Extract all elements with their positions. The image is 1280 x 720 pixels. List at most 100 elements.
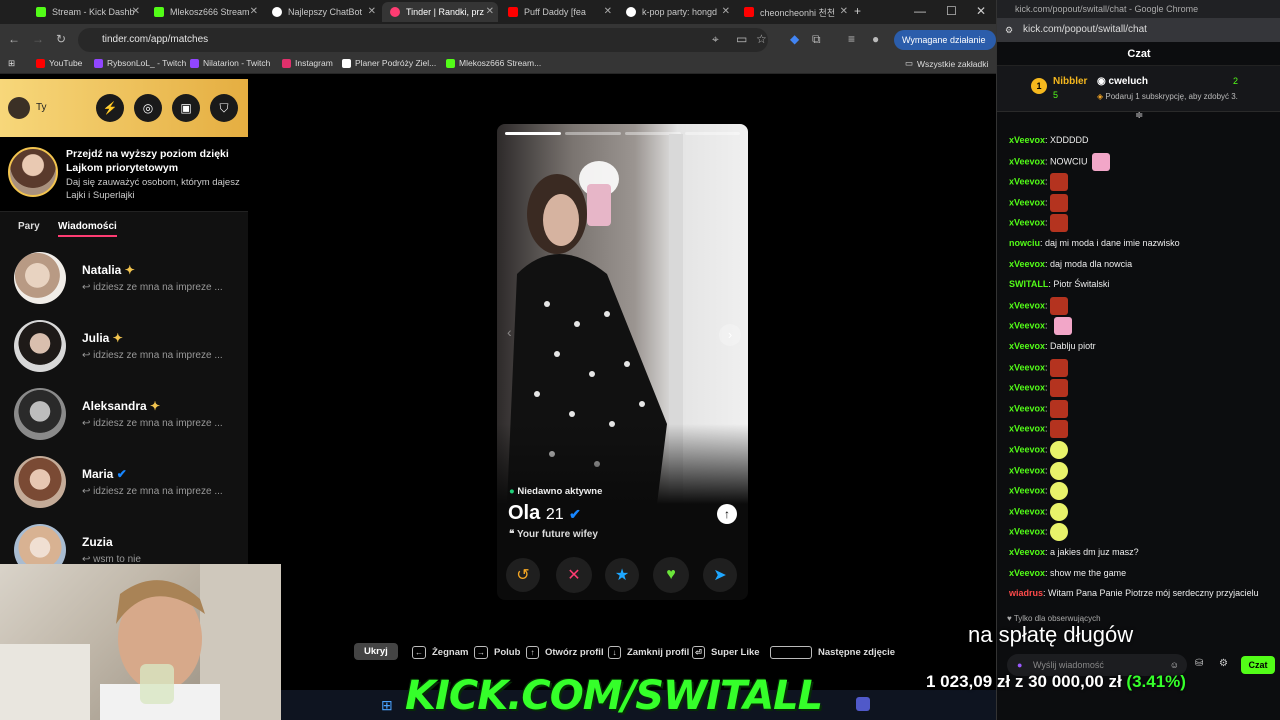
profile-avatar-icon[interactable]: ● <box>872 32 879 46</box>
site-info-icon[interactable]: ⚙ <box>1005 18 1013 42</box>
chat-username[interactable]: xVeevox <box>1009 424 1045 434</box>
super-like-button[interactable]: ★ <box>605 558 639 592</box>
settings-gear-icon[interactable]: ⚙ <box>1219 658 1228 669</box>
close-tab-icon[interactable]: ✕ <box>132 6 140 17</box>
close-tab-icon[interactable]: ✕ <box>368 6 376 17</box>
close-tab-icon[interactable]: ✕ <box>604 6 612 17</box>
chat-username[interactable]: xVeevox <box>1009 197 1045 207</box>
browser-tab[interactable]: Puff Daddy [fea ✕ <box>500 2 616 22</box>
match-item[interactable]: Aleksandra ✦ ↩ idziesz ze mna na impreze… <box>0 388 248 456</box>
chat-username[interactable]: xVeevox <box>1009 341 1045 351</box>
location-icon[interactable]: ⌖ <box>712 32 719 47</box>
bookmark-mlekosz[interactable]: Mlekosz666 Stream... <box>446 58 541 68</box>
boost-icon[interactable]: ⚡ <box>96 94 124 122</box>
top-gifter-name: Nibbler <box>1053 76 1088 87</box>
match-item[interactable]: Julia ✦ ↩ idziesz ze mna na impreze ... <box>0 320 248 388</box>
chat-username[interactable]: xVeevox <box>1009 259 1045 269</box>
chat-username[interactable]: wiadrus <box>1009 588 1043 598</box>
apps-grid-icon[interactable]: ⊞ <box>8 58 15 69</box>
priority-likes-promo[interactable]: Przejdź na wyższy poziom dzięki Lajkom p… <box>0 137 248 211</box>
chat-username[interactable]: xVeevox <box>1009 177 1045 187</box>
user-avatar[interactable] <box>8 97 30 119</box>
user-label[interactable]: Ty <box>36 102 47 113</box>
bookmark-rybson[interactable]: RybsonLoL_ - Twitch <box>94 58 186 68</box>
browser-tab[interactable]: Stream - Kick Dashb ✕ <box>28 2 144 22</box>
chat-username[interactable]: xVeevox <box>1009 568 1045 578</box>
new-tab-icon[interactable]: + <box>854 4 861 18</box>
chat-username[interactable]: xVeevox <box>1009 506 1045 516</box>
match-item[interactable]: Natalia ✦ ↩ idziesz ze mna na impreze ..… <box>0 252 248 320</box>
chat-url-bar[interactable]: ⚙ kick.com/popout/switall/chat <box>997 18 1280 42</box>
forward-icon[interactable]: → <box>32 32 44 46</box>
teams-icon[interactable] <box>856 697 870 711</box>
chat-username[interactable]: xVeevox <box>1009 444 1045 454</box>
hide-hints-button[interactable]: Ukryj <box>354 643 398 660</box>
boost-send-button[interactable]: ➤ <box>703 558 737 592</box>
tab-matches[interactable]: Pary <box>18 221 40 232</box>
briefcase-icon[interactable]: ▣ <box>172 94 200 122</box>
close-tab-icon[interactable]: ✕ <box>722 6 730 17</box>
bookmark-youtube[interactable]: YouTube <box>36 58 82 68</box>
like-button[interactable]: ♥ <box>653 557 689 593</box>
chat-username[interactable]: xVeevox <box>1009 156 1045 166</box>
bookmark-star-icon[interactable]: ☆ <box>756 32 767 46</box>
chat-message: xVeevox: <box>1009 461 1069 480</box>
chat-username[interactable]: xVeevox <box>1009 300 1045 310</box>
rewards-icon[interactable]: ⛁ <box>1195 658 1203 669</box>
browser-tab[interactable]: k-pop party: hongd ✕ <box>618 2 734 22</box>
next-photo-icon[interactable]: › <box>719 324 741 346</box>
chat-message: xVeevox: daj moda dla nowcia <box>1009 258 1133 269</box>
chat-username[interactable]: xVeevox <box>1009 218 1045 228</box>
bookmark-instagram[interactable]: Instagram <box>282 58 333 68</box>
chat-username[interactable]: xVeevox <box>1009 362 1045 372</box>
sub-gift-leaderboard[interactable]: 1 Nibbler 5 ◉ cweluch 2 ◈ Podaruj 1 subs… <box>997 66 1280 112</box>
nope-button[interactable]: ✕ <box>556 557 592 593</box>
browser-tab[interactable]: Najlepszy ChatBot ✕ <box>264 2 380 22</box>
all-bookmarks[interactable]: ▭ Wszystkie zakładki <box>905 58 988 69</box>
action-required-button[interactable]: Wymagane działanie ⋮ <box>894 30 996 65</box>
chat-username[interactable]: xVeevox <box>1009 383 1045 393</box>
reload-icon[interactable]: ↻ <box>56 32 66 46</box>
cast-icon[interactable]: ▭ <box>736 32 747 46</box>
prev-photo-icon[interactable]: ‹ <box>507 324 512 340</box>
back-icon[interactable]: ← <box>8 32 20 46</box>
gift-sub-promo[interactable]: ◈ Podaruj 1 subskrypcję, aby zdobyć 3. <box>1097 92 1238 101</box>
chat-username[interactable]: xVeevox <box>1009 135 1045 145</box>
bookmark-nilatarion[interactable]: Nilatarion - Twitch <box>190 58 270 68</box>
chat-username[interactable]: nowciu <box>1009 238 1040 248</box>
minimize-icon[interactable]: — <box>914 4 926 18</box>
chat-username[interactable]: xVeevox <box>1009 527 1045 537</box>
tab-messages[interactable]: Wiadomości <box>58 221 117 237</box>
close-tab-icon[interactable]: ✕ <box>840 6 848 17</box>
windows-start-icon[interactable]: ⊞ <box>381 697 393 714</box>
close-window-icon[interactable]: ✕ <box>976 4 986 18</box>
chat-username[interactable]: SWITALL <box>1009 279 1048 289</box>
chat-username[interactable]: xVeevox <box>1009 486 1045 496</box>
chat-username[interactable]: xVeevox <box>1009 465 1045 475</box>
close-tab-icon[interactable]: ✕ <box>250 6 258 17</box>
open-profile-icon[interactable]: ↑ <box>717 504 737 524</box>
profile-card[interactable]: › ‹ ● Niedawno aktywne Ola 21 ✔ ❝ Your f… <box>497 124 748 600</box>
chat-message: xVeevox: <box>1009 502 1069 521</box>
browser-tab-active[interactable]: Tinder | Randki, prz ✕ <box>382 2 498 22</box>
chat-username[interactable]: xVeevox <box>1009 403 1045 413</box>
match-item[interactable]: Maria ✔ ↩ idziesz ze mna na impreze ... <box>0 456 248 524</box>
chat-username[interactable]: xVeevox <box>1009 321 1045 331</box>
url-field[interactable]: tinder.com/app/matches <box>78 28 768 52</box>
chat-username[interactable]: xVeevox <box>1009 547 1045 557</box>
shield-icon[interactable]: ⛉ <box>210 94 238 122</box>
browser-tab[interactable]: Mlekosz666 Stream ✕ <box>146 2 262 22</box>
expand-chevron-icon[interactable]: ≑ <box>1135 110 1143 121</box>
explore-icon[interactable]: ◎ <box>134 94 162 122</box>
maximize-icon[interactable]: ☐ <box>946 4 957 18</box>
rewind-button[interactable]: ↺ <box>506 558 540 592</box>
puzzle-icon[interactable]: ⧉ <box>812 32 821 47</box>
browser-tab[interactable]: cheoncheonhi 천천 ✕ <box>736 2 852 22</box>
close-tab-icon[interactable]: ✕ <box>486 6 494 17</box>
chat-send-button[interactable]: Czat <box>1241 656 1275 674</box>
extension-icon[interactable]: ◆ <box>790 32 799 46</box>
bookmark-planer[interactable]: Planer Podróży Ziel... <box>342 58 436 68</box>
menu-list-icon[interactable]: ≡ <box>848 32 855 46</box>
kick-icon <box>36 7 46 17</box>
chat-emote-icon <box>1050 358 1069 377</box>
